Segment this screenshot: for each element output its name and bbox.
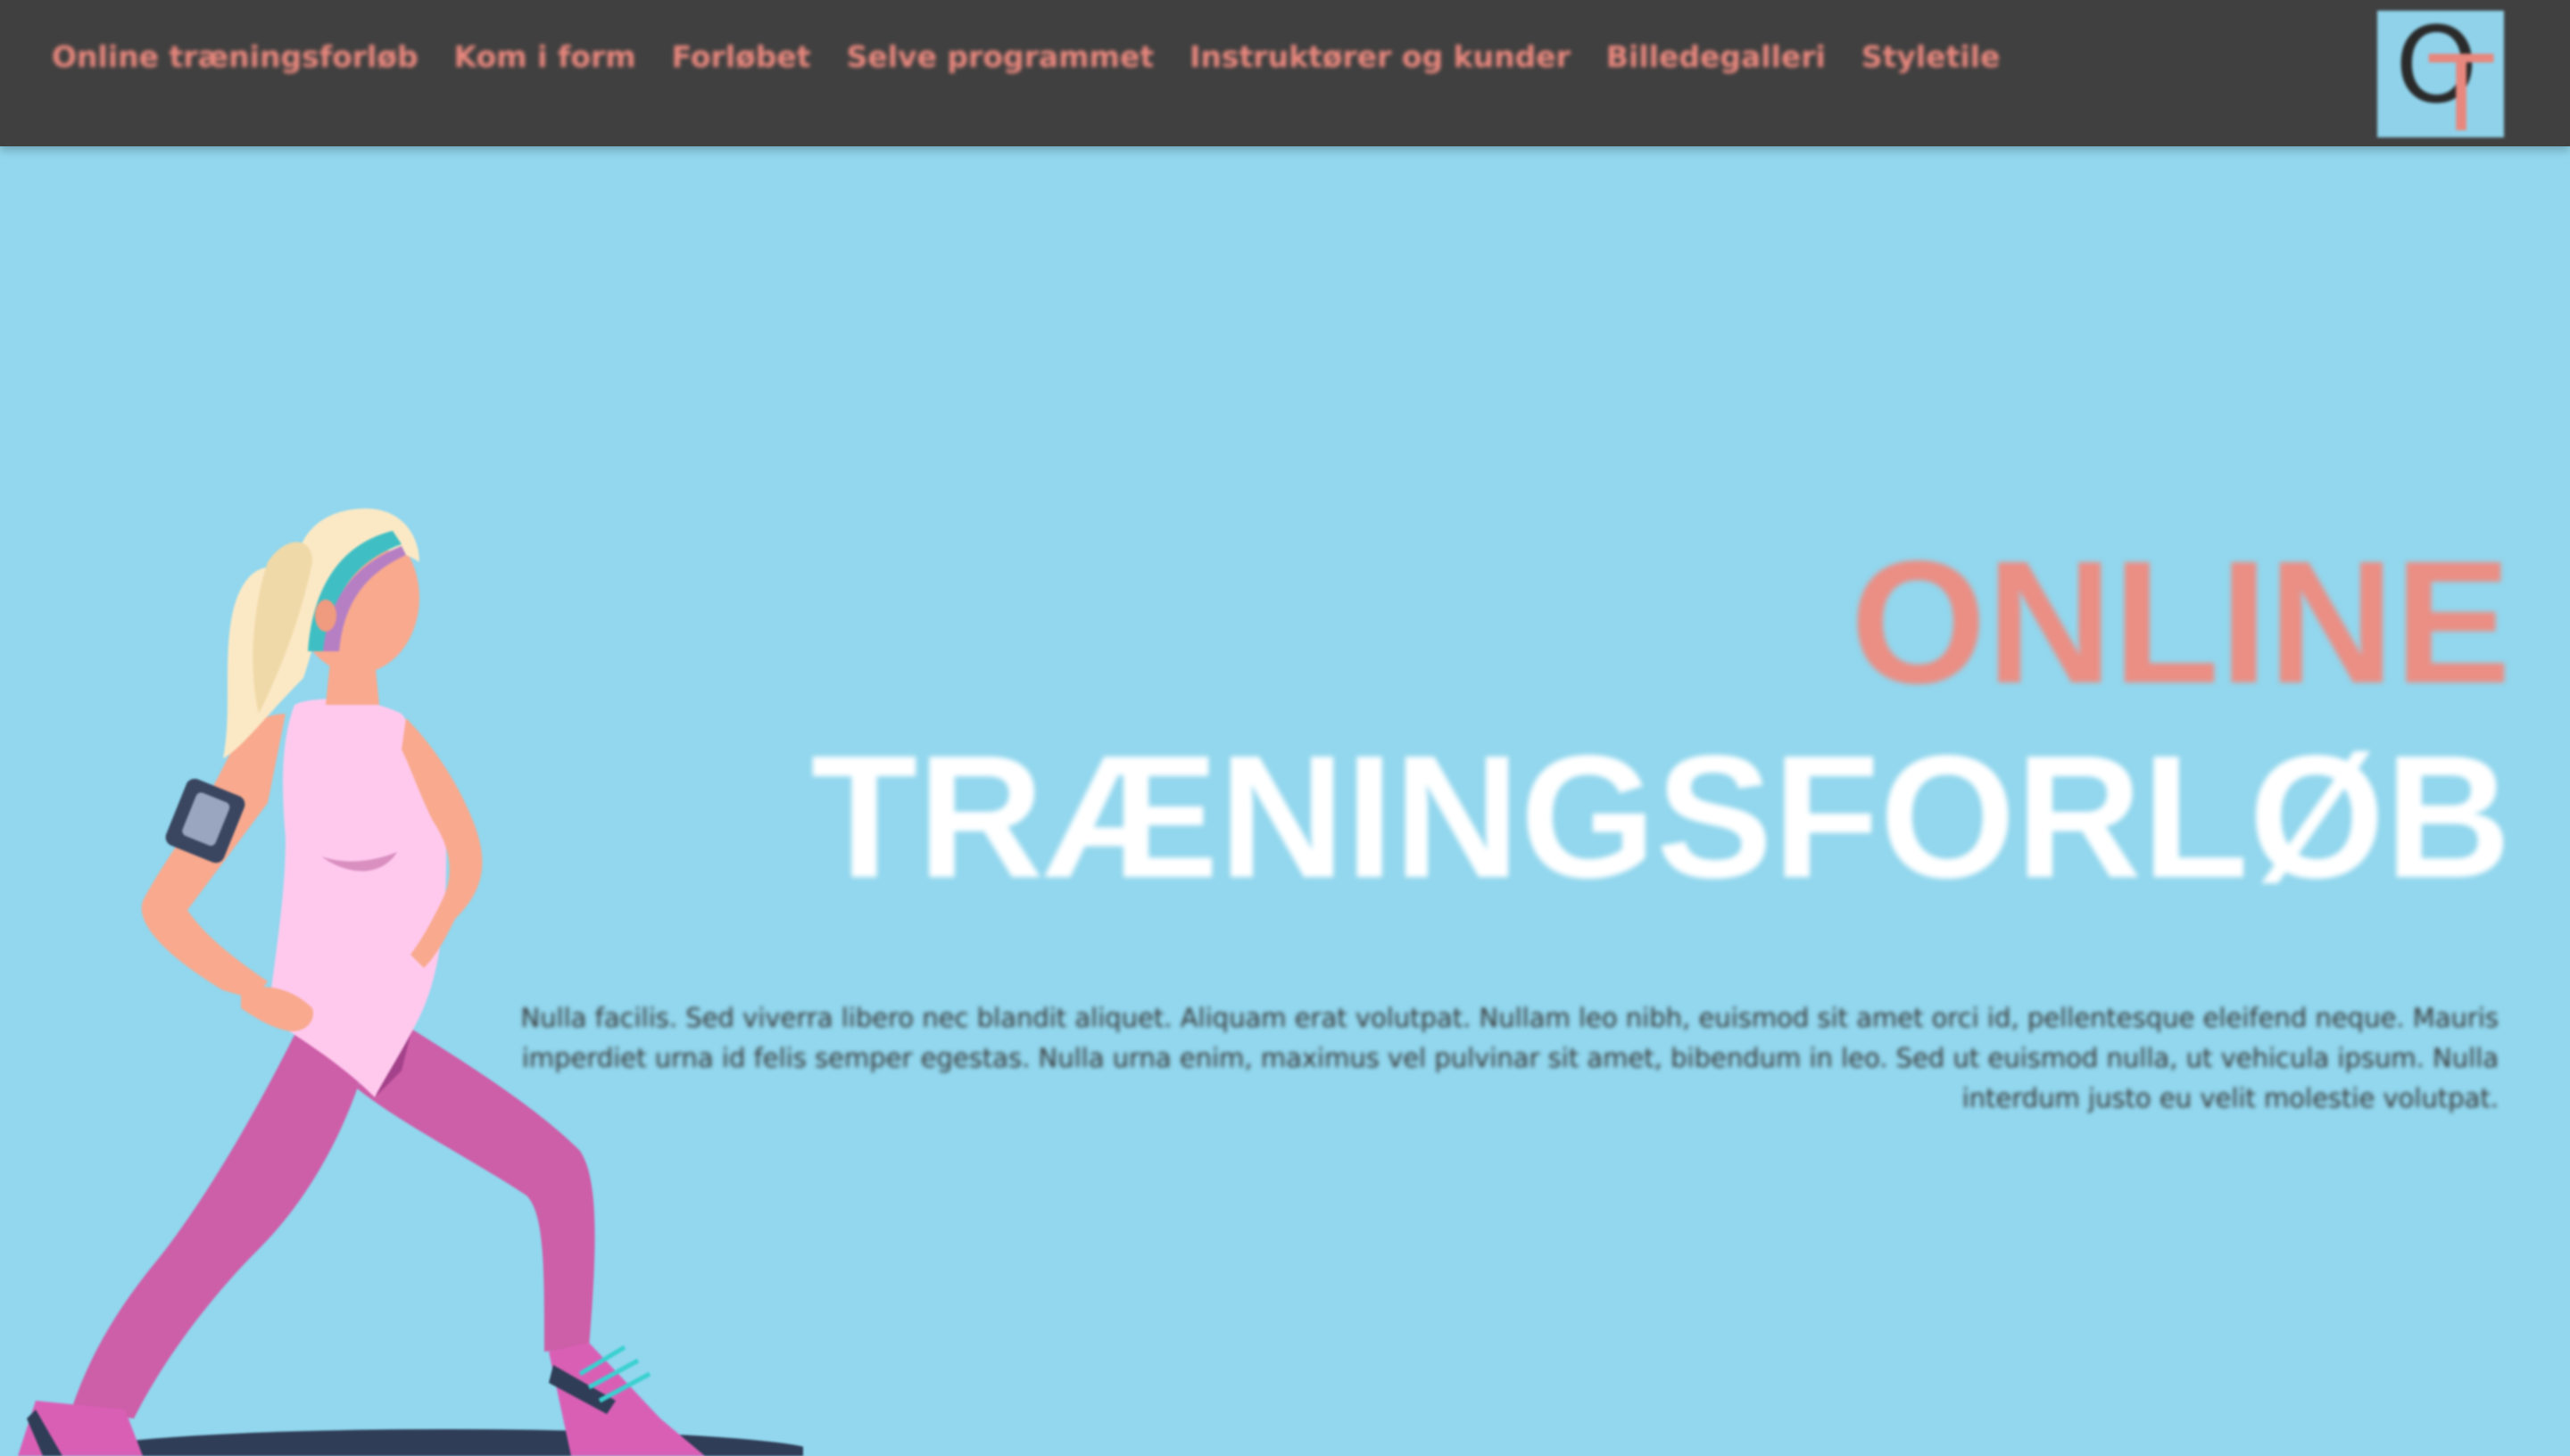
- nav-link-instruktoerer-og-kunder[interactable]: Instruktører og kunder: [1190, 39, 1571, 74]
- hero-title-line-traeningsforloeb: TRÆNINGSFORLØB: [810, 719, 2511, 914]
- front-shoe: [549, 1343, 705, 1456]
- nav-link-selve-programmet[interactable]: Selve programmet: [847, 39, 1155, 74]
- nav-link-forloebet[interactable]: Forløbet: [672, 39, 811, 74]
- hero-title-line-online: ONLINE: [1850, 525, 2511, 720]
- nav-link-kom-i-form[interactable]: Kom i form: [454, 39, 636, 74]
- site-logo[interactable]: O T: [2377, 11, 2504, 137]
- hero-title: ONLINE TRÆNINGSFORLØB: [811, 535, 2511, 905]
- nav-link-styletile[interactable]: Styletile: [1861, 39, 2001, 74]
- logo-letter-t: T: [2429, 32, 2494, 137]
- nav-link-online-traeningsforloeb[interactable]: Online træningsforløb: [52, 39, 419, 74]
- top-navbar: Online træningsforløb Kom i form Forløbe…: [0, 0, 2570, 146]
- back-leg: [71, 1035, 366, 1419]
- woman-exercising-illustration: [18, 509, 803, 1456]
- ear: [315, 600, 336, 632]
- nav-link-billedegalleri[interactable]: Billedegalleri: [1606, 39, 1826, 74]
- main-nav: Online træningsforløb Kom i form Forløbe…: [52, 39, 2000, 74]
- hero-body-text: Nulla facilis. Sed viverra libero nec bl…: [520, 1003, 2499, 1113]
